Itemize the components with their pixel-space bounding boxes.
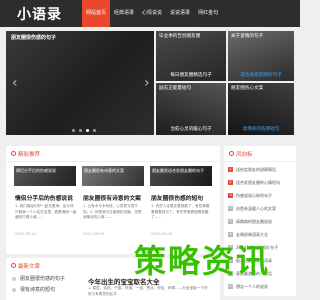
article-title[interactable]: 情侣分手后的伤感说说 xyxy=(15,193,73,202)
rank-badge: 4 xyxy=(228,206,233,211)
nav-home[interactable]: 网站首页 xyxy=(82,0,111,27)
rank-badge: 2 xyxy=(228,180,233,185)
sidebar-item-label: 高情商的朋友圈说说 xyxy=(236,219,272,224)
article-date: 2022-05-10 xyxy=(15,232,36,236)
divider xyxy=(6,161,220,162)
article-title[interactable]: 朋友圈很伤感的短句 xyxy=(151,193,203,202)
slider-dot[interactable] xyxy=(72,129,75,132)
main-nav: 网站首页 经典语录 心情说说 说说语录 网红金句 xyxy=(82,0,222,27)
thumb-card[interactable]: 毕业季的告别朋友圈 每日朋友圈精选句子 xyxy=(156,31,226,81)
rank-badge: 1 xyxy=(228,167,233,172)
thumb-card[interactable]: 关于爱情的句子 适合发朋友圈的句子 xyxy=(228,31,294,81)
thumb-title: 毕业季的告别朋友圈 xyxy=(159,34,201,39)
thumb-subtitle: 每日朋友圈精选句子 xyxy=(170,73,212,78)
slider-dot[interactable] xyxy=(93,129,96,132)
sidebar-item[interactable]: 10 想念一个人的说说 xyxy=(228,281,294,294)
article-thumbnail[interactable]: 情侣分手后的伤感说说 xyxy=(14,166,76,186)
thumbnail-caption: 朋友圈发适合发朋友圈的句子 xyxy=(152,168,204,173)
slider-dot-active[interactable] xyxy=(86,129,89,132)
clock-icon xyxy=(11,263,16,268)
thumb-title: 关于爱情的句子 xyxy=(231,34,264,39)
sidebar-item[interactable]: 3 伤感说说心碎的句子 xyxy=(228,190,294,203)
slider-prev-icon[interactable]: ‹ xyxy=(12,76,18,90)
thumbnail-caption: 情侣分手后的伤感说说 xyxy=(16,168,56,173)
divider xyxy=(224,161,296,162)
bullet-icon xyxy=(12,288,16,292)
latest-title: 最新文章 xyxy=(18,264,41,270)
sidebar-item[interactable]: 1 送给女朋友的甜蜜情话 xyxy=(228,164,294,177)
article-date: 2022-05-09 xyxy=(83,232,104,236)
slider-caption: 朋友圈很伤感的句子 xyxy=(11,35,57,41)
thumb-card[interactable]: 励志正能量短句 治愈心灵的暖心句子 xyxy=(156,83,226,135)
latest-item[interactable]: 朋友圈很伤感的句子 xyxy=(20,275,65,282)
sidebar-title: 风向标 xyxy=(236,152,253,158)
sidebar-item[interactable]: 4 治愈系温暖人心的文案 xyxy=(228,203,294,216)
sidebar-item-label: 伤感说说心碎的句子 xyxy=(236,193,272,198)
star-icon xyxy=(11,151,16,156)
thumb-title: 朋友圈伤心文案 xyxy=(231,86,264,91)
hero-slider[interactable]: 朋友圈很伤感的句子 ‹ › xyxy=(6,31,154,135)
rank-badge: 3 xyxy=(228,193,233,198)
article-card[interactable]: 情侣分手后的伤感说说 情侣分手后的伤感说说 1. 我们曾经约好一起去看海，如今却… xyxy=(14,166,76,250)
compass-icon xyxy=(229,151,234,156)
slider-image xyxy=(6,31,154,135)
sidebar-item[interactable]: 2 适合发朋友圈的心情短句 xyxy=(228,177,294,190)
nav-hot[interactable]: 网红金句 xyxy=(194,0,222,27)
slider-dot[interactable] xyxy=(79,129,82,132)
watermark-text: 策略资讯 xyxy=(134,242,271,280)
article-summary: 1. 有些人走着走着就散了，有些事看着看着就淡了，有些梦做着做着就醒了…… xyxy=(151,204,210,219)
rank-badge: 10 xyxy=(228,284,233,289)
article-thumbnail[interactable]: 朋友圈发适合发朋友圈的句子 xyxy=(150,166,212,186)
thumb-card[interactable]: 朋友圈伤心文案 高情商的伤感短句 xyxy=(228,83,294,135)
sidebar-item-label: 治愈系温暖人心的文案 xyxy=(236,206,276,211)
thumb-subtitle: 适合发朋友圈的句子 xyxy=(240,73,282,78)
top-navbar: 小语录 网站首页 经典语录 心情说说 说说语录 网红金句 xyxy=(0,0,300,27)
article-title[interactable]: 朋友圈很有诗意的文案 xyxy=(83,193,141,202)
site-logo[interactable]: 小语录 xyxy=(17,4,62,24)
latest-summary: 1. 星辰、浩然、子墨、梓涵、一诺、思远、欣怡、雨桐……为宝宝取一个好听又有寓意… xyxy=(88,286,208,296)
thumb-subtitle: 高情商的伤感短句 xyxy=(242,127,280,132)
sidebar-item-label: 想念一个人的说说 xyxy=(236,284,268,289)
nav-mood[interactable]: 心情说说 xyxy=(138,0,166,27)
article-thumbnail[interactable]: 朋友圈很有诗意的文案 xyxy=(82,166,144,186)
sidebar-item-label: 送给女朋友的甜蜜情话 xyxy=(236,167,276,172)
thumbnail-caption: 朋友圈很有诗意的文案 xyxy=(84,168,124,173)
nav-quotes[interactable]: 说说语录 xyxy=(166,0,194,27)
thumb-title: 励志正能量短句 xyxy=(159,86,192,91)
slider-dots xyxy=(72,129,96,132)
sidebar-item-label: 适合发朋友圈的心情短句 xyxy=(236,180,280,185)
rank-badge: 5 xyxy=(228,219,233,224)
bullet-icon xyxy=(12,277,16,281)
slider-next-icon[interactable]: › xyxy=(144,76,150,90)
featured-title: 精彩推荐 xyxy=(18,152,41,158)
latest-item[interactable]: 很有诗意的短句 xyxy=(20,286,55,293)
thumb-subtitle: 治愈心灵的暖心句子 xyxy=(170,127,212,132)
sidebar-item[interactable]: 5 高情商的朋友圈说说 xyxy=(228,216,294,229)
nav-classic[interactable]: 经典语录 xyxy=(110,0,138,27)
article-summary: 1. 我们曾经约好一起去看海，如今却只剩我一个人站在这里，看着海浪一遍遍拍打着沙… xyxy=(15,204,77,219)
article-summary: 1. 山有木兮木有枝，心悦君兮君不知。2. 你是我写过最美的诗篇，也是我最深的心… xyxy=(83,204,142,219)
